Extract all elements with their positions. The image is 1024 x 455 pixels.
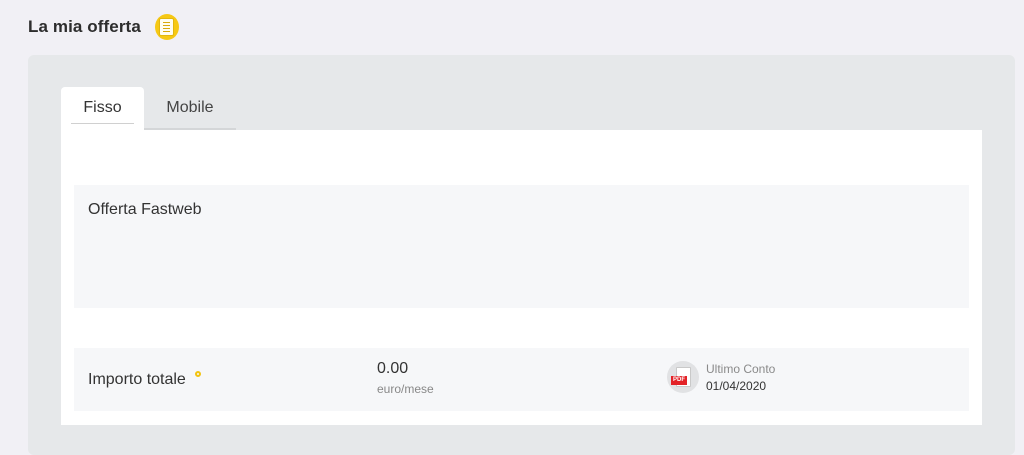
total-row: Importo totale 0.00 euro/mese PDF Ultimo… — [74, 348, 969, 411]
bill-date: 01/04/2020 — [706, 378, 767, 393]
offer-document-icon — [154, 14, 179, 40]
total-label: Importo totale — [88, 371, 186, 388]
page-header: La mia offerta — [28, 14, 179, 40]
amount-unit: euro/mese — [377, 382, 434, 396]
offer-name: Offerta Fastweb — [88, 201, 202, 218]
offer-box: Offerta Fastweb — [74, 185, 969, 308]
amount: 0.00 euro/mese — [377, 360, 434, 396]
tab-fisso-label: Fisso — [71, 99, 134, 124]
page-title: La mia offerta — [28, 17, 141, 36]
pdf-badge: PDF — [671, 376, 687, 385]
pdf-icon[interactable]: PDF — [667, 361, 699, 393]
bill-label: Ultimo Conto — [706, 361, 776, 376]
offer-card: Fisso Mobile Offerta Fastweb Importo tot… — [28, 55, 1015, 455]
tab-mobile[interactable]: Mobile — [144, 87, 236, 130]
tab-mobile-label: Mobile — [166, 98, 214, 116]
tab-fisso[interactable]: Fisso — [61, 87, 144, 130]
last-bill: PDF Ultimo Conto 01/04/2020 — [667, 361, 775, 393]
amount-value: 0.00 — [377, 360, 409, 377]
tab-panel: Offerta Fastweb Importo totale 0.00 euro… — [61, 130, 982, 425]
info-dot-icon[interactable] — [195, 371, 201, 377]
bill-text: Ultimo Conto 01/04/2020 — [706, 362, 775, 393]
tab-bar: Fisso Mobile — [61, 87, 236, 130]
